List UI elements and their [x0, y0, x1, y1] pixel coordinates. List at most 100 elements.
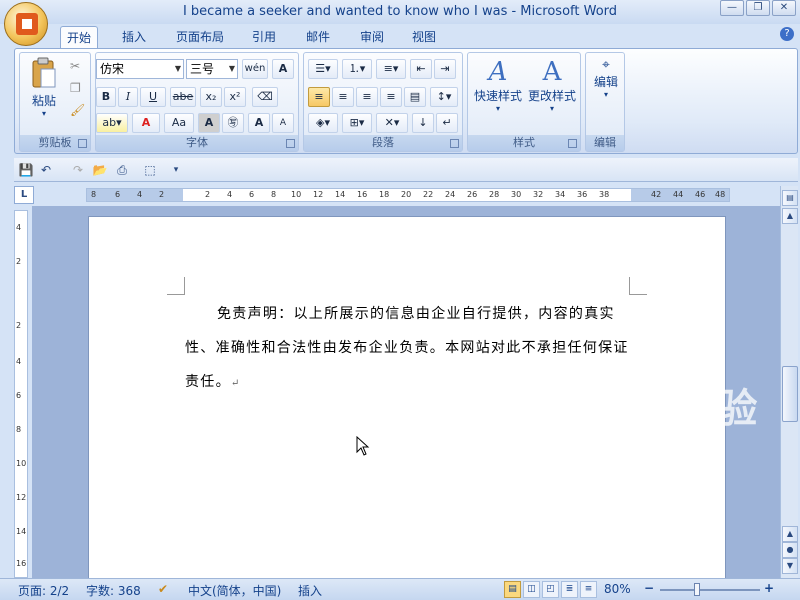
word-count[interactable]: 字数: 368 — [86, 582, 141, 599]
underline-button[interactable]: U — [140, 87, 166, 107]
distributed-icon[interactable]: ▤ — [404, 87, 426, 107]
bold-button[interactable]: B — [96, 87, 116, 107]
minimize-button[interactable]: — — [720, 0, 744, 16]
undo-icon[interactable]: ↶ — [38, 162, 54, 178]
increase-indent-icon[interactable]: ⇥ — [434, 59, 456, 79]
close-button[interactable]: ✕ — [772, 0, 796, 16]
zoom-slider-knob[interactable] — [694, 583, 700, 596]
align-left-icon[interactable]: ≡ — [308, 87, 330, 107]
enclose-char-icon[interactable]: ㊢ — [222, 113, 244, 133]
ruler-tick: 22 — [423, 190, 434, 199]
full-screen-reading-icon[interactable]: ◫ — [523, 581, 540, 598]
web-layout-icon[interactable]: ◰ — [542, 581, 559, 598]
dialog-launcher-icon[interactable] — [286, 139, 295, 148]
draft-icon[interactable]: ≡ — [580, 581, 597, 598]
format-painter-icon[interactable]: 🖌 — [70, 103, 85, 117]
zoom-slider[interactable] — [660, 589, 760, 591]
tab-review[interactable]: 审阅 — [354, 26, 390, 48]
office-button[interactable] — [4, 2, 48, 46]
editing-button[interactable]: ⌖ 编辑 ▾ — [588, 57, 624, 99]
dialog-launcher-icon[interactable] — [450, 139, 459, 148]
sort-icon[interactable]: ↓ — [412, 113, 434, 133]
superscript-button[interactable]: x² — [224, 87, 246, 107]
font-size-combo[interactable]: 三号 ▼ — [186, 59, 238, 79]
shrink-font-button[interactable]: A — [272, 113, 294, 133]
decrease-indent-icon[interactable]: ⇤ — [410, 59, 432, 79]
scroll-up-icon[interactable]: ▲ — [782, 208, 798, 224]
group-styles: A 快速样式 ▾ A 更改样式 ▾ 样式 — [467, 52, 581, 152]
scrollbar-thumb[interactable] — [782, 366, 798, 422]
insert-mode[interactable]: 插入 — [298, 582, 322, 599]
customize-qat-icon[interactable]: ▾ — [168, 162, 184, 178]
align-right-icon[interactable]: ≡ — [356, 87, 378, 107]
numbering-icon[interactable]: ⒈▾ — [342, 59, 372, 79]
tab-view[interactable]: 视图 — [406, 26, 442, 48]
multilevel-list-icon[interactable]: ≡▾ — [376, 59, 406, 79]
ruler-tick: 2 — [16, 321, 22, 330]
group-clipboard: 粘贴 ▾ ✂ ❐ 🖌 剪贴板 — [19, 52, 91, 152]
restore-button[interactable]: ❐ — [746, 0, 770, 16]
zoom-level[interactable]: 80% — [604, 582, 631, 596]
next-page-icon[interactable]: ▼ — [782, 558, 798, 574]
page-count[interactable]: 页面: 2/2 — [18, 582, 69, 599]
tab-selector[interactable]: L — [14, 186, 34, 204]
chinese-layout-icon[interactable]: ✕▾ — [376, 113, 408, 133]
quick-styles-button[interactable]: A 快速样式 ▾ — [472, 57, 524, 113]
dialog-launcher-icon[interactable] — [78, 139, 87, 148]
align-center-icon[interactable]: ≡ — [332, 87, 354, 107]
copy-icon[interactable]: ❐ — [70, 81, 81, 95]
quick-access-toolbar: 💾 ↶ ↷ 📂 ⎙ ⬚ ▾ — [14, 158, 798, 182]
zoom-in-icon[interactable]: + — [764, 581, 774, 595]
vertical-ruler[interactable]: 4 2 2 4 6 8 10 12 14 16 — [14, 210, 28, 578]
paste-button[interactable]: 粘贴 ▾ — [24, 57, 64, 118]
editing-label: 编辑 — [593, 75, 618, 89]
justify-icon[interactable]: ≡ — [380, 87, 402, 107]
help-icon[interactable]: ? — [780, 27, 794, 41]
save-icon[interactable]: 💾 — [18, 162, 34, 178]
print-icon[interactable]: ⎙ — [114, 162, 130, 178]
ruler-toggle-icon[interactable]: ▤ — [782, 190, 798, 206]
phonetic-guide-button[interactable]: wén — [242, 59, 268, 79]
ruler-tick: 46 — [695, 190, 706, 199]
font-name-combo[interactable]: 仿宋 ▼ — [96, 59, 184, 79]
tab-page-layout[interactable]: 页面布局 — [170, 26, 230, 48]
horizontal-ruler[interactable]: 8 6 4 2 2 4 6 8 10 12 14 16 18 20 22 24 … — [86, 188, 730, 202]
show-marks-icon[interactable]: ↵ — [436, 113, 458, 133]
redo-icon[interactable]: ↷ — [70, 162, 86, 178]
ruler-tick: 12 — [16, 493, 27, 502]
strikethrough-button[interactable]: abe — [170, 87, 196, 107]
char-shading-button[interactable]: A — [198, 113, 220, 133]
language-indicator[interactable]: 中文(简体，中国) — [188, 582, 281, 599]
borders-icon[interactable]: ⊞▾ — [342, 113, 372, 133]
select-browse-object-icon[interactable]: ● — [782, 542, 798, 558]
print-layout-icon[interactable]: ▤ — [504, 581, 521, 598]
shading-icon[interactable]: ◈▾ — [308, 113, 338, 133]
zoom-out-icon[interactable]: − — [644, 581, 654, 595]
ribbon-tabs: 开始 插入 页面布局 引用 邮件 审阅 视图 — [0, 24, 800, 48]
change-styles-button[interactable]: A 更改样式 ▾ — [526, 57, 578, 113]
outline-icon[interactable]: ≣ — [561, 581, 578, 598]
bullets-icon[interactable]: ☰▾ — [308, 59, 338, 79]
tab-references[interactable]: 引用 — [246, 26, 282, 48]
font-color-button[interactable]: A — [132, 113, 160, 133]
tab-insert[interactable]: 插入 — [116, 26, 152, 48]
tab-home[interactable]: 开始 — [60, 26, 99, 48]
ruler-tick: 20 — [401, 190, 412, 199]
char-border-button[interactable]: A — [272, 59, 294, 79]
clear-formatting-icon[interactable]: ⌫ — [252, 87, 278, 107]
select-objects-icon[interactable]: ⬚ — [142, 162, 158, 178]
tab-mailings[interactable]: 邮件 — [300, 26, 336, 48]
subscript-button[interactable]: x₂ — [200, 87, 222, 107]
chevron-down-icon: ▾ — [495, 104, 500, 113]
cut-icon[interactable]: ✂ — [70, 59, 80, 73]
grow-font-button[interactable]: A — [248, 113, 270, 133]
line-spacing-icon[interactable]: ↕▾ — [430, 87, 458, 107]
open-icon[interactable]: 📂 — [92, 162, 108, 178]
italic-button[interactable]: I — [118, 87, 138, 107]
previous-page-icon[interactable]: ▲ — [782, 526, 798, 542]
proofing-icon[interactable]: ✔ — [158, 582, 168, 596]
dialog-launcher-icon[interactable] — [568, 139, 577, 148]
highlight-button[interactable]: ab▾ — [96, 113, 128, 133]
vertical-scrollbar[interactable]: ▤ ▲ ▲ ● ▼ — [780, 186, 798, 578]
change-case-button[interactable]: Aa — [164, 113, 194, 133]
